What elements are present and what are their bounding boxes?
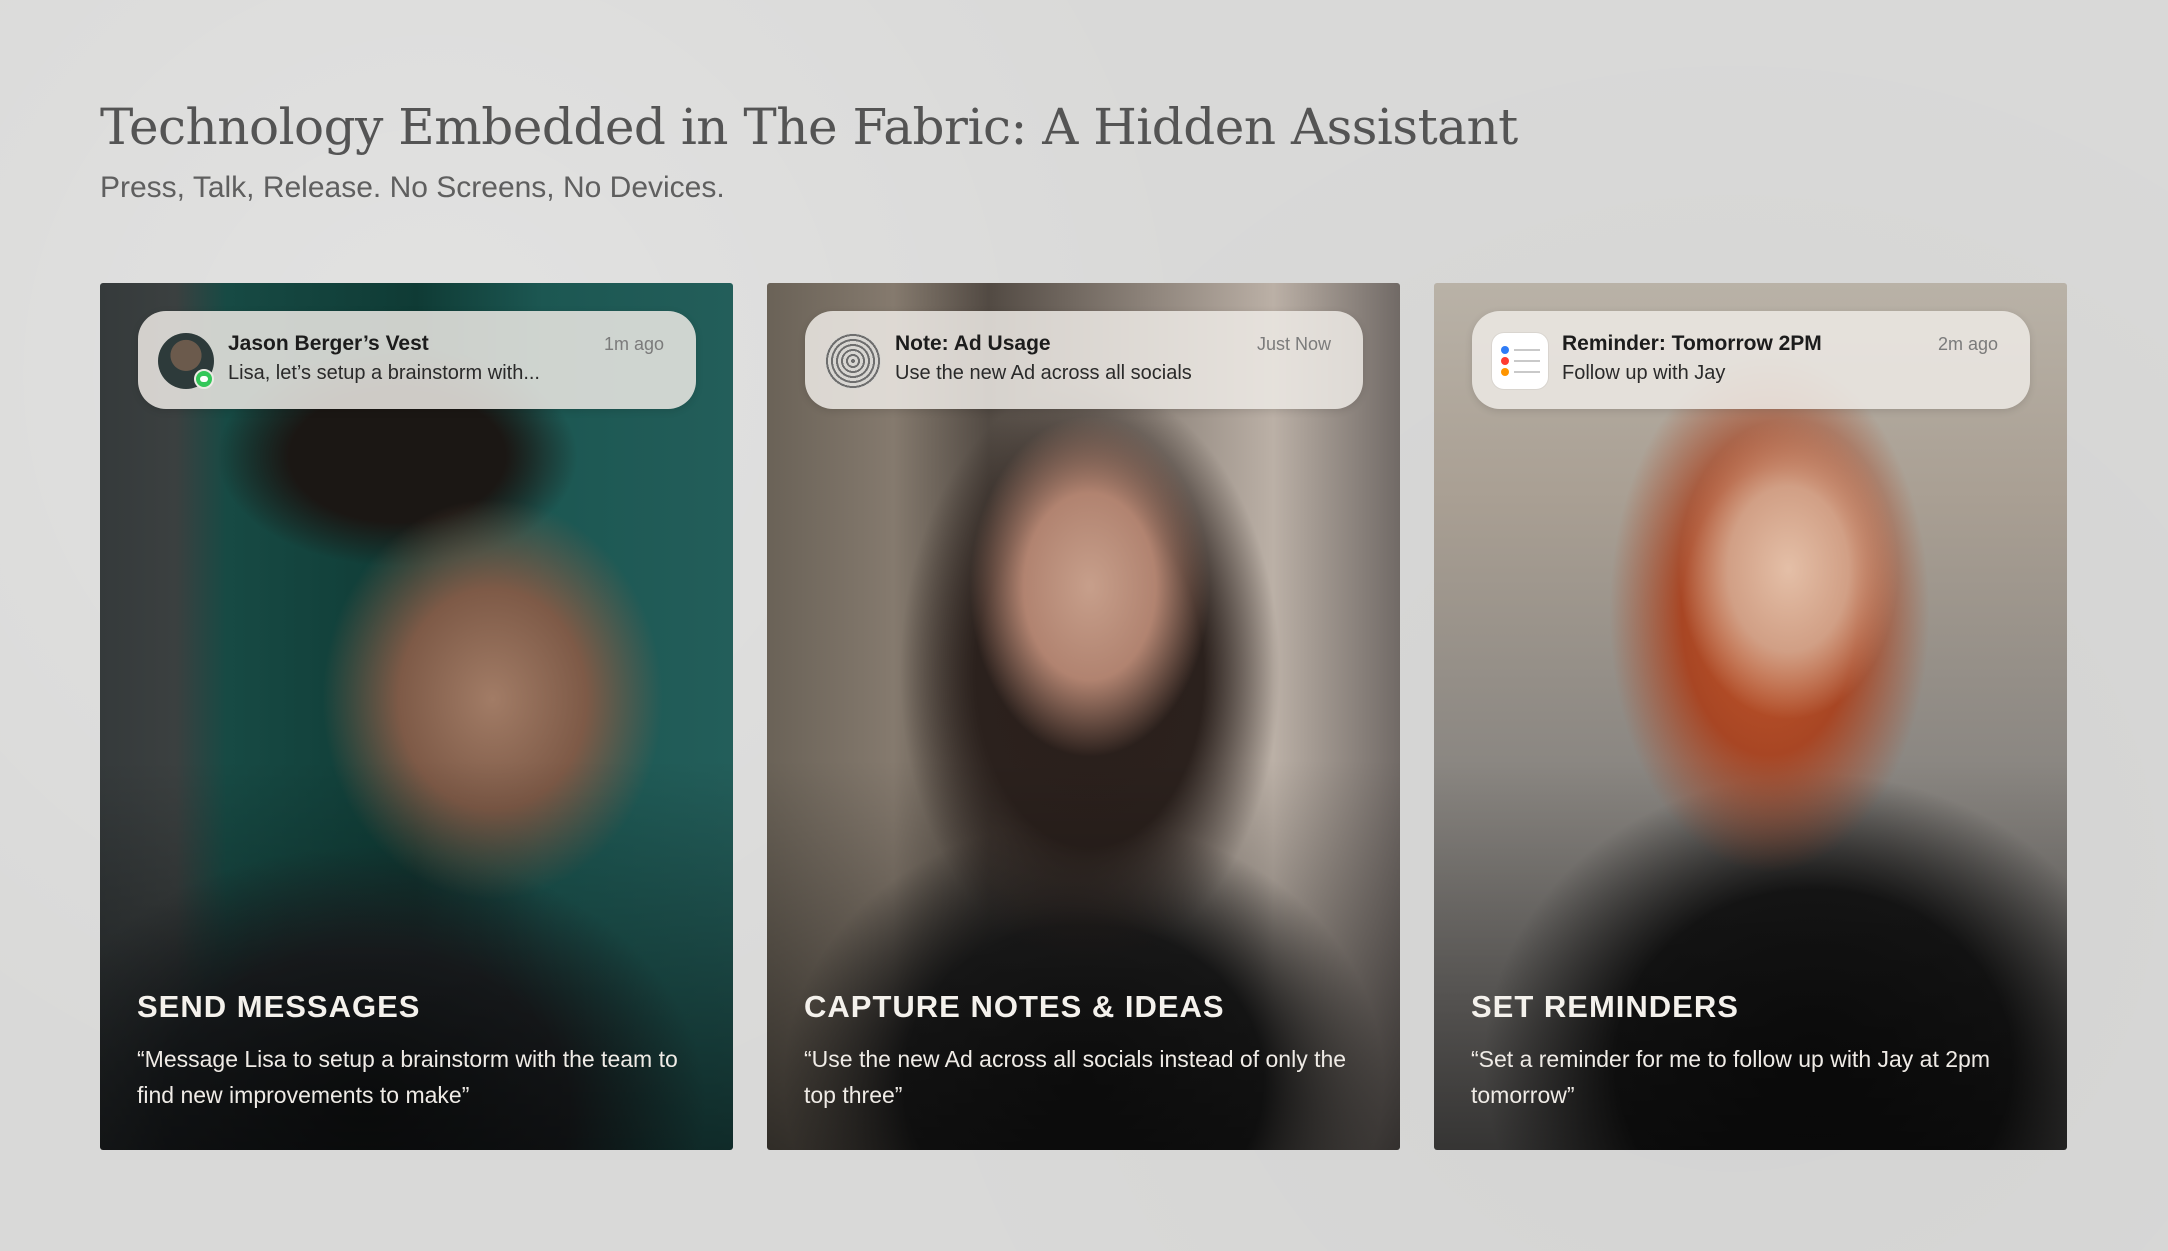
notification-body: Follow up with Jay — [1562, 362, 1726, 384]
notification-title: Note: Ad Usage — [895, 332, 1051, 355]
reminders-app-icon — [1492, 333, 1548, 389]
header: Technology Embedded in The Fabric: A Hid… — [100, 92, 2060, 208]
notification-body: Lisa, let’s setup a brainstorm with... — [228, 362, 540, 384]
card-capture-notes: Note: Ad Usage Use the new Ad across all… — [767, 283, 1400, 1150]
card-title: SEND MESSAGES — [137, 989, 421, 1024]
feature-cards: Jason Berger’s Vest Lisa, let’s setup a … — [100, 283, 2068, 1150]
card-caption: “Set a reminder for me to follow up with… — [1471, 1046, 1990, 1108]
notification-note[interactable]: Note: Ad Usage Use the new Ad across all… — [805, 311, 1363, 409]
notification-time: 2m ago — [1937, 334, 1998, 354]
notification-title: Reminder: Tomorrow 2PM — [1562, 332, 1822, 355]
notification-messages[interactable]: Jason Berger’s Vest Lisa, let’s setup a … — [138, 311, 696, 409]
card-caption: “Message Lisa to setup a brainstorm with… — [137, 1046, 678, 1108]
card-title: CAPTURE NOTES & IDEAS — [804, 989, 1225, 1024]
notification-time: 1m ago — [603, 334, 664, 354]
messages-badge-icon — [194, 369, 214, 389]
card-caption: “Use the new Ad across all socials inste… — [804, 1046, 1347, 1108]
fabric-chip-icon — [825, 333, 881, 389]
notification-body: Use the new Ad across all socials — [895, 362, 1192, 384]
notification-reminder[interactable]: Reminder: Tomorrow 2PM Follow up with Ja… — [1472, 311, 2030, 409]
card-send-messages: Jason Berger’s Vest Lisa, let’s setup a … — [100, 283, 733, 1150]
card-title: SET REMINDERS — [1471, 989, 1739, 1024]
page-title: Technology Embedded in The Fabric: A Hid… — [100, 98, 1518, 156]
page-subtitle: Press, Talk, Release. No Screens, No Dev… — [100, 171, 725, 204]
card-set-reminders: Reminder: Tomorrow 2PM Follow up with Ja… — [1434, 283, 2067, 1150]
notification-time: Just Now — [1256, 334, 1331, 354]
notification-title: Jason Berger’s Vest — [228, 332, 429, 355]
